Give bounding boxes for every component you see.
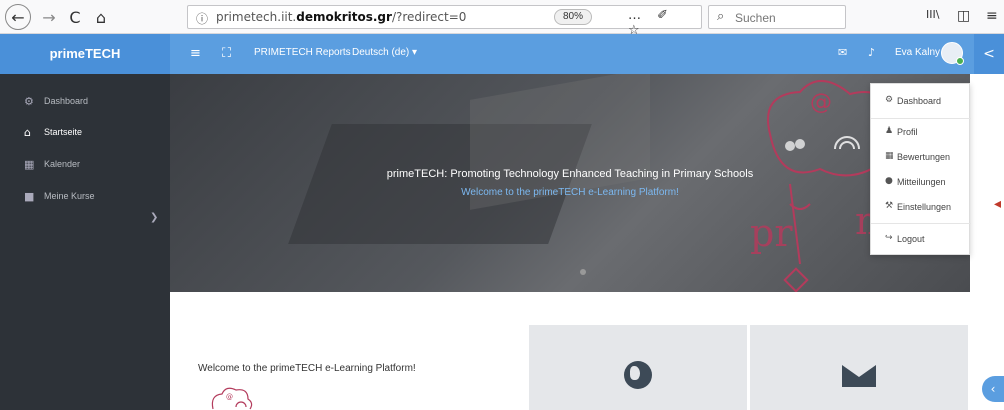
sidebar: ⚙ Dashboard ⌂ Startseite ▦ Kalender ■ Me… bbox=[0, 74, 170, 410]
sidebar-item-startseite[interactable]: ⌂ Startseite bbox=[0, 118, 170, 148]
primetech-logo: @ bbox=[211, 387, 253, 410]
library-icon[interactable]: III\ bbox=[926, 8, 939, 21]
user-icon: ♟ bbox=[885, 126, 894, 136]
menu-item-dashboard[interactable]: ⚙ Dashboard bbox=[871, 90, 971, 114]
hero-banner: @ pr me primeTECH: Promoting Technology … bbox=[170, 74, 970, 292]
globe-icon bbox=[624, 361, 652, 389]
reports-link[interactable]: PRIMETECH Reports bbox=[254, 47, 351, 58]
sidebar-item-dashboard[interactable]: ⚙ Dashboard bbox=[0, 87, 170, 117]
drawer-toggle-button[interactable]: ‹ bbox=[982, 376, 1004, 402]
grades-table-icon: ▦ bbox=[885, 151, 894, 161]
user-menu-dropdown: ⚙ Dashboard ♟ Profil ▦ Bewertungen ● Mit… bbox=[870, 83, 971, 255]
home-button[interactable]: ⌂ bbox=[90, 4, 112, 30]
envelope-icon bbox=[842, 365, 876, 387]
user-name[interactable]: Eva Kalny bbox=[895, 47, 940, 58]
menu-item-einstellungen[interactable]: ⚒ Einstellungen bbox=[871, 196, 971, 220]
mail-icon[interactable]: ✉ bbox=[838, 46, 847, 59]
forward-button[interactable]: → bbox=[38, 4, 60, 30]
main-content: Welcome to the primeTECH e-Learning Plat… bbox=[170, 292, 1004, 410]
hero-title: primeTECH: Promoting Technology Enhanced… bbox=[386, 168, 754, 180]
menu-item-bewertungen[interactable]: ▦ Bewertungen bbox=[871, 146, 971, 170]
online-status-dot bbox=[956, 57, 964, 65]
message-icon: ● bbox=[885, 176, 893, 186]
calendar-icon: ▦ bbox=[24, 158, 35, 171]
menu-item-label: Bewertungen bbox=[897, 152, 951, 162]
sidebar-item-label: Startseite bbox=[44, 127, 83, 137]
bell-icon[interactable]: ♪ bbox=[868, 46, 875, 59]
zoom-level-badge[interactable]: 80% bbox=[554, 9, 593, 25]
menu-item-label: Dashboard bbox=[897, 96, 942, 106]
hero-subtitle: Welcome to the primeTECH e-Learning Plat… bbox=[461, 187, 679, 198]
address-bar[interactable]: ⓘ primetech.iit.demokritos.gr/?redirect=… bbox=[187, 5, 702, 38]
side-handle-icon[interactable]: ◂ bbox=[994, 196, 1004, 216]
app-header: primeTECH ≡ ⛶ PRIMETECH Reports Deutsch … bbox=[0, 34, 1004, 74]
menu-item-profil[interactable]: ♟ Profil bbox=[871, 121, 971, 145]
avatar[interactable] bbox=[941, 42, 964, 65]
menu-item-label: Logout bbox=[897, 234, 925, 244]
menu-divider bbox=[871, 118, 971, 119]
menu-item-label: Mitteilungen bbox=[897, 177, 946, 187]
dashboard-icon: ⚙ bbox=[885, 95, 894, 105]
browser-search-input[interactable]: ⌕ Suchen bbox=[708, 5, 846, 29]
logout-icon: ↪ bbox=[885, 233, 893, 243]
search-placeholder: Suchen bbox=[735, 11, 776, 25]
menu-item-label: Profil bbox=[897, 127, 918, 137]
menu-item-mitteilungen[interactable]: ● Mitteilungen bbox=[871, 171, 971, 195]
url-text[interactable]: primetech.iit.demokritos.gr/?redirect=0 bbox=[216, 10, 466, 24]
sidebar-item-label: Kalender bbox=[44, 159, 81, 169]
sidebar-item-label: Meine Kurse bbox=[44, 191, 95, 201]
language-selector[interactable]: Deutsch (de) ▾ bbox=[352, 47, 417, 58]
fullscreen-icon[interactable]: ⛶ bbox=[222, 46, 231, 61]
svg-text:pr: pr bbox=[750, 211, 793, 255]
brand-logo[interactable]: primeTECH bbox=[0, 34, 170, 74]
menu-item-logout[interactable]: ↪ Logout bbox=[871, 228, 971, 252]
back-button[interactable]: ← bbox=[5, 4, 31, 30]
browser-menu-icon[interactable]: ≡ bbox=[986, 8, 998, 24]
hamburger-menu-icon[interactable]: ≡ bbox=[190, 46, 201, 61]
svg-text:@: @ bbox=[810, 90, 832, 115]
search-icon: ⌕ bbox=[717, 9, 725, 24]
svg-text:@: @ bbox=[226, 393, 233, 401]
reload-button[interactable]: C bbox=[64, 4, 86, 30]
home-icon: ⌂ bbox=[24, 126, 31, 139]
sidebar-item-kalender[interactable]: ▦ Kalender bbox=[0, 150, 170, 180]
info-icon[interactable]: ⓘ bbox=[196, 10, 208, 27]
sidebar-toggle-icon[interactable]: ◫ bbox=[957, 8, 970, 24]
welcome-heading: Welcome to the primeTECH e-Learning Plat… bbox=[198, 363, 416, 374]
sidebar-collapse-icon[interactable]: ❯ bbox=[150, 212, 158, 223]
menu-divider bbox=[871, 223, 971, 224]
sidebar-item-meine-kurse[interactable]: ■ Meine Kurse bbox=[0, 182, 170, 212]
browser-toolbar: ← → C ⌂ ⓘ primetech.iit.demokritos.gr/?r… bbox=[0, 0, 1004, 38]
wrench-icon: ⚒ bbox=[885, 201, 894, 211]
dashboard-icon: ⚙ bbox=[24, 95, 34, 108]
feature-card-contact[interactable] bbox=[750, 325, 968, 410]
courses-icon: ■ bbox=[24, 190, 35, 203]
menu-item-label: Einstellungen bbox=[897, 202, 952, 212]
sidebar-item-label: Dashboard bbox=[44, 96, 89, 106]
collapse-button[interactable]: < bbox=[974, 34, 1004, 74]
carousel-indicator[interactable] bbox=[580, 269, 586, 275]
feature-card-web[interactable] bbox=[529, 325, 747, 410]
